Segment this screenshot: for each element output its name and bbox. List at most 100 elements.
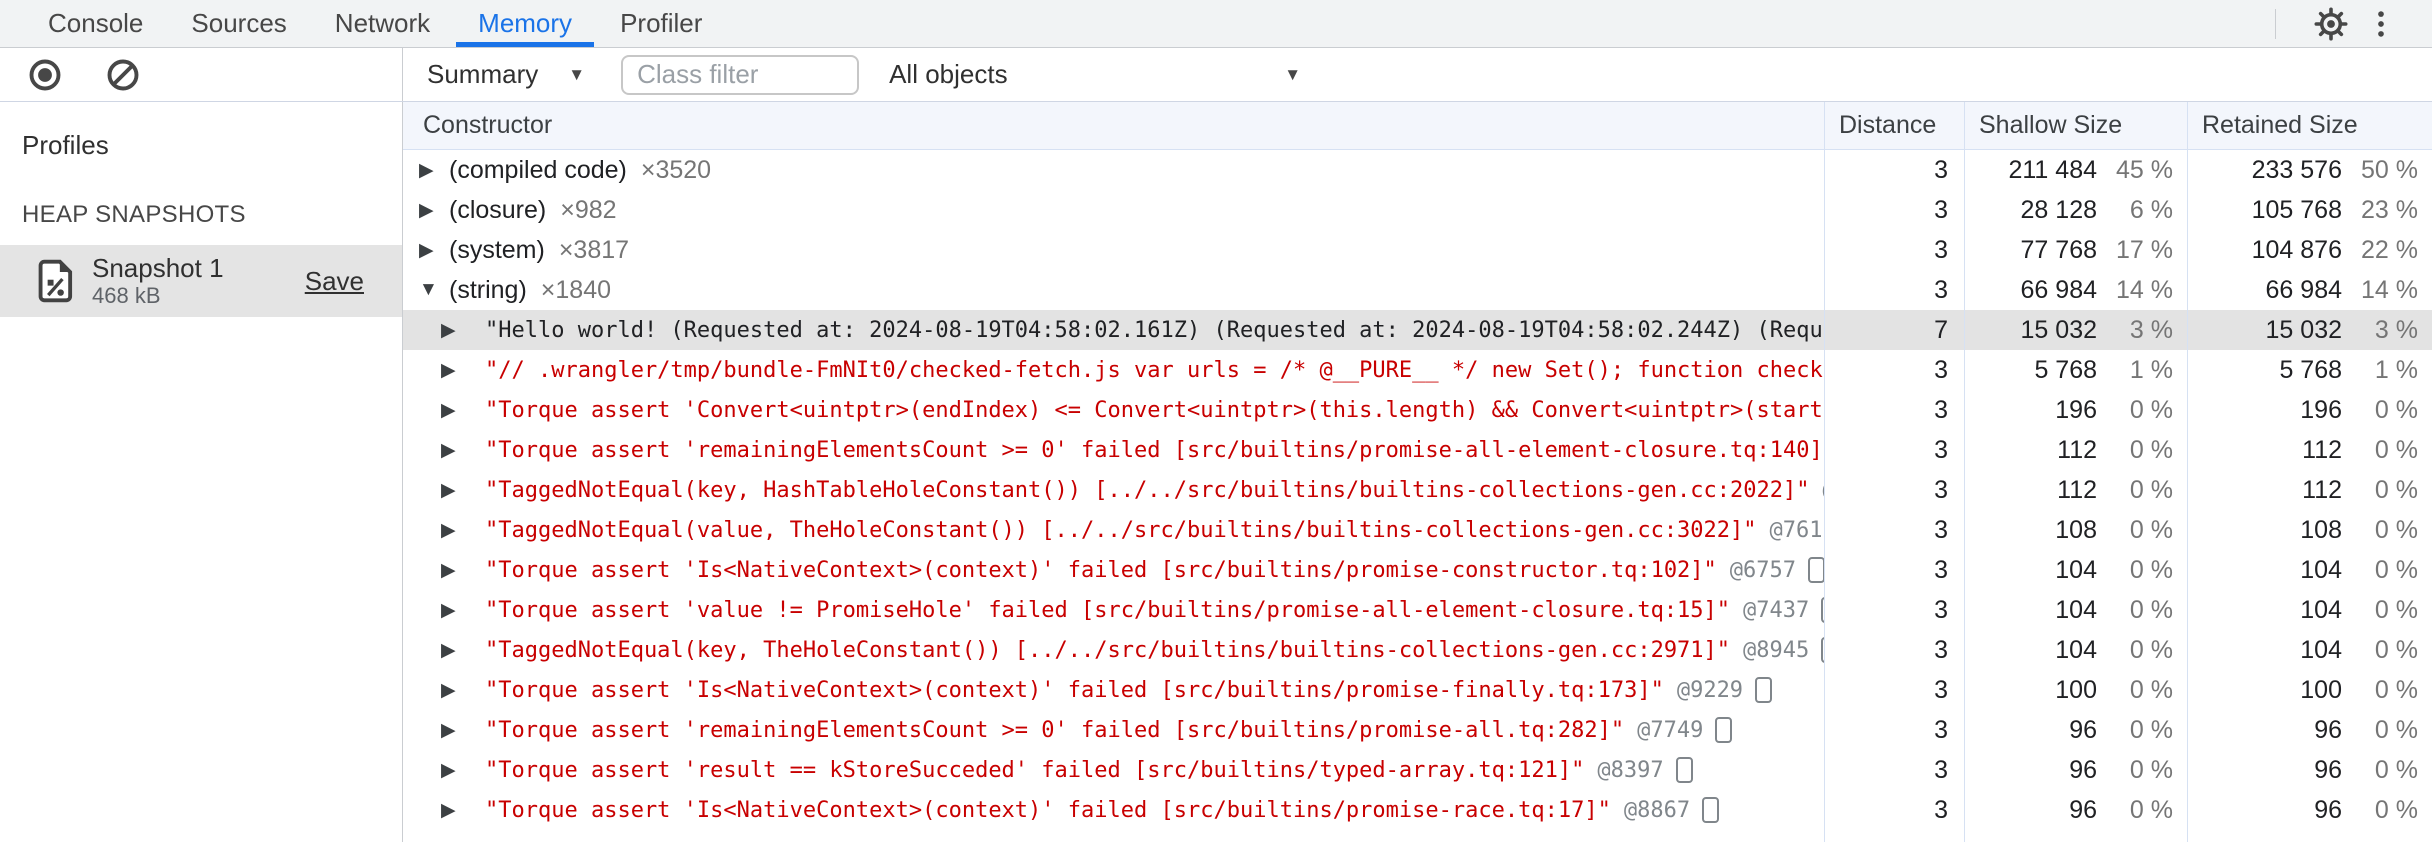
- expander-triangle-icon[interactable]: ▶: [419, 159, 449, 182]
- clear-profiles-icon[interactable]: [98, 53, 148, 97]
- more-options-icon[interactable]: [2356, 2, 2406, 46]
- grid-row-string[interactable]: ▶ "Hello world! (Requested at: 2024-08-1…: [403, 310, 2432, 350]
- string-preview: "Torque assert 'result == kStoreSucceded…: [485, 757, 1585, 783]
- tab-network[interactable]: Network: [311, 0, 454, 47]
- constructor-cell[interactable]: ▶ "// .wrangler/tmp/bundle-FmNIt0/checke…: [403, 350, 1824, 390]
- expander-triangle-icon[interactable]: ▼: [419, 279, 449, 301]
- grid-row-string[interactable]: ▶ "TaggedNotEqual(key, TheHoleConstant()…: [403, 630, 2432, 670]
- grid-row-string[interactable]: ▶ "// .wrangler/tmp/bundle-FmNIt0/checke…: [403, 350, 2432, 390]
- constructor-cell[interactable]: ▶ "Torque assert 'remainingElementsCount…: [403, 430, 1824, 470]
- open-in-sources-icon[interactable]: [1715, 717, 1733, 743]
- shallow-size-value: 66 984: [2020, 275, 2097, 304]
- expander-triangle-icon[interactable]: ▶: [441, 519, 471, 542]
- record-heap-snapshot-icon[interactable]: [20, 53, 70, 97]
- constructor-cell[interactable]: ▶ (closure) ×982: [403, 190, 1824, 230]
- constructor-name: (string): [449, 275, 527, 304]
- grid-row-string[interactable]: ▶ "TaggedNotEqual(value, TheHoleConstant…: [403, 510, 2432, 550]
- constructor-cell[interactable]: ▶ "Torque assert 'result == kStoreSucced…: [403, 750, 1824, 790]
- constructor-cell[interactable]: ▶ "Torque assert 'Convert<uintptr>(endIn…: [403, 390, 1824, 430]
- grid-row-string[interactable]: ▶ "Torque assert 'value != PromiseHole' …: [403, 590, 2432, 630]
- open-in-sources-icon[interactable]: [1755, 677, 1773, 703]
- profiles-toolbar: [0, 48, 403, 101]
- string-preview: "Torque assert 'remainingElementsCount >…: [485, 437, 1824, 463]
- tab-console[interactable]: Console: [24, 0, 167, 47]
- grid-row-string[interactable]: ▶ "Torque assert 'Convert<uintptr>(endIn…: [403, 390, 2432, 430]
- heap-snapshots-section-label: HEAP SNAPSHOTS: [22, 201, 246, 228]
- retained-size-cell: 104 876 22 %: [2187, 230, 2432, 270]
- grid-row-string[interactable]: ▶ "TaggedNotEqual(key, HashTableHoleCons…: [403, 470, 2432, 510]
- settings-gear-icon[interactable]: [2306, 2, 2356, 46]
- retained-size-percent: 22 %: [2361, 235, 2418, 264]
- tab-memory[interactable]: Memory: [454, 0, 596, 47]
- expander-triangle-icon[interactable]: ▶: [441, 359, 471, 382]
- constructor-cell[interactable]: ▶ "Hello world! (Requested at: 2024-08-1…: [403, 310, 1824, 350]
- tab-profiler[interactable]: Profiler: [596, 0, 726, 47]
- profiles-sidebar: Profiles HEAP SNAPSHOTS Snapshot 1 468 k…: [0, 102, 403, 842]
- constructor-cell[interactable]: ▶ (compiled code) ×3520: [403, 150, 1824, 190]
- grid-row-string[interactable]: ▶ "Torque assert 'result == kStoreSucced…: [403, 750, 2432, 790]
- grid-row-category[interactable]: ▶ (compiled code) ×3520 3 211 484 45 % 2…: [403, 150, 2432, 190]
- constructor-cell[interactable]: ▶ (system) ×3817: [403, 230, 1824, 270]
- retained-size-percent: 14 %: [2361, 275, 2418, 304]
- expander-triangle-icon[interactable]: ▶: [441, 319, 471, 342]
- constructor-cell[interactable]: ▶ "TaggedNotEqual(key, TheHoleConstant()…: [403, 630, 1824, 670]
- constructor-cell[interactable]: ▶ "TaggedNotEqual(value, TheHoleConstant…: [403, 510, 1824, 550]
- open-in-sources-icon[interactable]: [1675, 757, 1693, 783]
- retained-size-cell: 108 0 %: [2187, 510, 2432, 550]
- tab-label: Network: [334, 8, 431, 38]
- open-in-sources-icon[interactable]: [1702, 797, 1720, 823]
- constructor-cell[interactable]: ▶ "Torque assert 'remainingElementsCount…: [403, 710, 1824, 750]
- grid-row-string[interactable]: ▶ "Torque assert 'Is<NativeContext>(cont…: [403, 670, 2432, 710]
- tab-label: Sources: [191, 8, 287, 38]
- save-snapshot-link[interactable]: Save: [305, 266, 364, 297]
- retained-size-percent: 23 %: [2361, 195, 2418, 224]
- expander-triangle-icon[interactable]: ▶: [441, 559, 471, 582]
- tab-sources[interactable]: Sources: [167, 0, 310, 47]
- expander-triangle-icon[interactable]: ▶: [441, 639, 471, 662]
- grid-row-category[interactable]: ▶ (closure) ×982 3 28 128 6 % 105 768 23…: [403, 190, 2432, 230]
- shallow-size-cell: 108 0 %: [1964, 510, 2187, 550]
- view-mode-select[interactable]: Summary ▼: [427, 59, 585, 90]
- grid-row-string[interactable]: ▶ "Torque assert 'Is<NativeContext>(cont…: [403, 790, 2432, 830]
- string-preview: "Torque assert 'Convert<uintptr>(endInde…: [485, 397, 1824, 423]
- expander-triangle-icon[interactable]: ▶: [441, 439, 471, 462]
- tab-label: Profiler: [620, 8, 703, 38]
- shallow-size-cell: 5 768 1 %: [1964, 350, 2187, 390]
- grid-row-string[interactable]: ▶ "Torque assert 'remainingElementsCount…: [403, 710, 2432, 750]
- sidebar-item-snapshot-1[interactable]: Snapshot 1 468 kB Save: [0, 245, 402, 317]
- expander-triangle-icon[interactable]: ▶: [419, 239, 449, 262]
- objects-scope-select[interactable]: All objects ▼: [889, 59, 1301, 90]
- constructor-cell[interactable]: ▶ "Torque assert 'value != PromiseHole' …: [403, 590, 1824, 630]
- distance-value: 3: [1824, 230, 1964, 270]
- grid-row-string[interactable]: ▶ "Torque assert 'Is<NativeContext>(cont…: [403, 550, 2432, 590]
- expander-triangle-icon[interactable]: ▶: [419, 199, 449, 222]
- column-header-constructor[interactable]: Constructor: [403, 102, 1824, 149]
- expander-triangle-icon[interactable]: ▶: [441, 719, 471, 742]
- expander-triangle-icon[interactable]: ▶: [441, 479, 471, 502]
- expander-triangle-icon[interactable]: ▶: [441, 799, 471, 822]
- expander-triangle-icon[interactable]: ▶: [441, 599, 471, 622]
- expander-triangle-icon[interactable]: ▶: [441, 399, 471, 422]
- column-header-shallow-size[interactable]: Shallow Size: [1964, 102, 2187, 149]
- grid-row-category[interactable]: ▼ (string) ×1840 3 66 984 14 % 66 984 14…: [403, 270, 2432, 310]
- shallow-size-percent: 0 %: [2129, 435, 2173, 464]
- grid-row-string[interactable]: ▶ "Torque assert 'remainingElementsCount…: [403, 430, 2432, 470]
- expander-triangle-icon[interactable]: ▶: [441, 759, 471, 782]
- constructor-cell[interactable]: ▶ "Torque assert 'Is<NativeContext>(cont…: [403, 550, 1824, 590]
- constructor-cell[interactable]: ▼ (string) ×1840: [403, 270, 1824, 310]
- column-header-distance[interactable]: Distance: [1824, 102, 1964, 149]
- string-preview: "// .wrangler/tmp/bundle-FmNIt0/checked-…: [485, 357, 1824, 383]
- constructor-cell[interactable]: ▶ "TaggedNotEqual(key, HashTableHoleCons…: [403, 470, 1824, 510]
- expander-triangle-icon[interactable]: ▶: [441, 679, 471, 702]
- object-id: @8945: [1743, 637, 1810, 663]
- shallow-size-value: 211 484: [2008, 155, 2097, 184]
- constructor-cell[interactable]: ▶ "Torque assert 'Is<NativeContext>(cont…: [403, 670, 1824, 710]
- constructor-cell[interactable]: ▶ "Torque assert 'Is<NativeContext>(cont…: [403, 790, 1824, 830]
- retained-size-value: 5 768: [2279, 355, 2342, 384]
- shallow-size-value: 15 032: [2020, 315, 2097, 344]
- column-header-retained-size[interactable]: Retained Size: [2187, 102, 2432, 149]
- class-filter-input[interactable]: [621, 54, 860, 95]
- grid-row-category[interactable]: ▶ (system) ×3817 3 77 768 17 % 104 876 2…: [403, 230, 2432, 270]
- retained-size-value: 96: [2314, 795, 2342, 824]
- open-in-sources-icon[interactable]: [1808, 557, 1824, 583]
